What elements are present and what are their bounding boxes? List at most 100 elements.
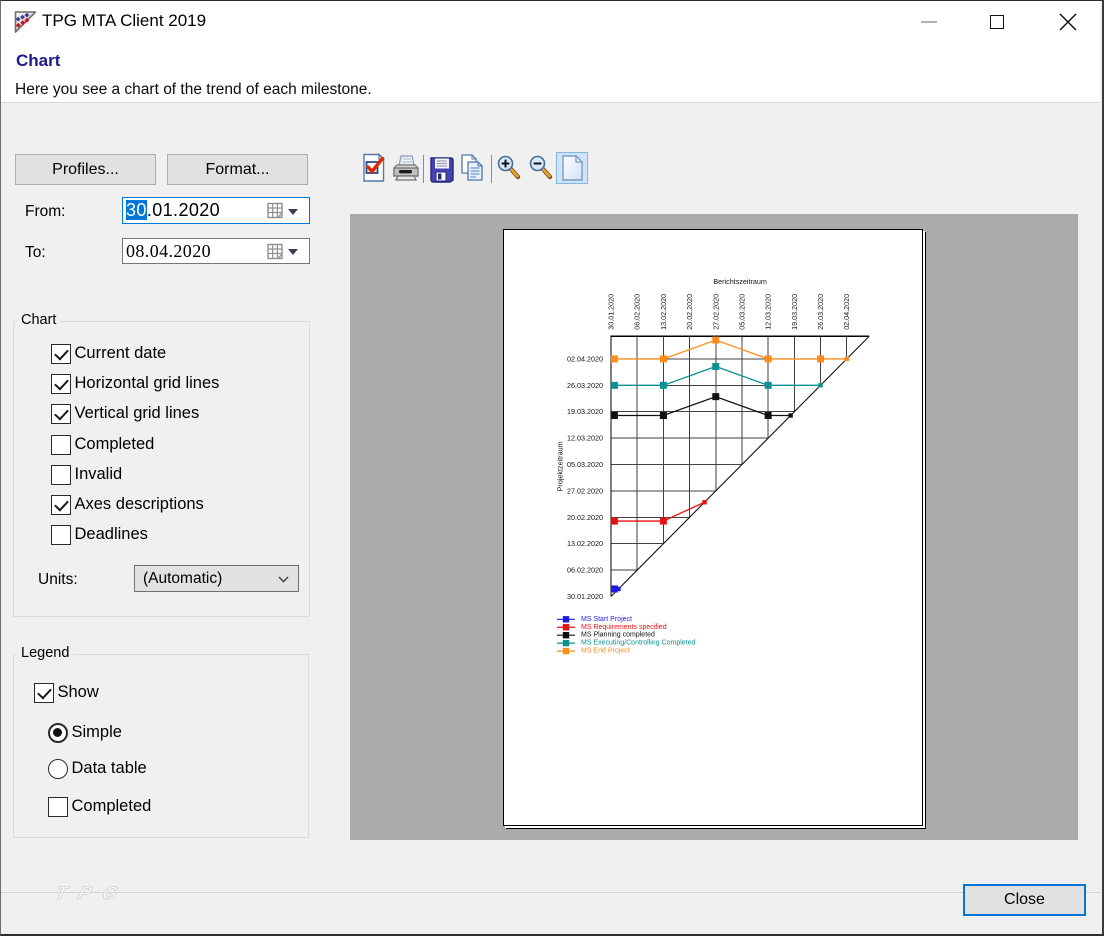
footer-divider [0, 892, 1101, 893]
completed-checkbox[interactable] [51, 435, 71, 455]
series-marker [660, 355, 667, 362]
whole-page-button[interactable] [556, 152, 588, 184]
chart-group-label: Chart [17, 312, 60, 328]
radio-row-simple[interactable]: Simple [48, 722, 122, 743]
save-icon[interactable] [428, 154, 456, 184]
format-button[interactable]: Format... [167, 154, 308, 185]
horizontal-grid-lines-label: Horizontal grid lines [75, 374, 220, 393]
maximize-icon [990, 15, 1004, 29]
checkbox-row-axes-descriptions[interactable]: Axes descriptions [51, 494, 204, 515]
chevron-down-icon [278, 576, 289, 583]
checkbox-row-current-date[interactable]: Current date [51, 343, 166, 364]
axes-descriptions-checkbox[interactable] [51, 495, 71, 515]
checkbox-row-legend-completed[interactable]: Completed [48, 796, 151, 817]
report-check-icon[interactable] [361, 153, 389, 183]
horizontal-grid-lines-checkbox[interactable] [51, 374, 71, 394]
invalid-checkbox[interactable] [51, 465, 71, 485]
window-title: TPG MTA Client 2019 [42, 11, 206, 31]
show-legend-checkbox[interactable] [34, 683, 54, 703]
x-tick-label: 20.02.2020 [685, 294, 694, 330]
legend-marker [563, 624, 569, 630]
close-button[interactable]: Close [963, 884, 1086, 916]
print-icon[interactable] [392, 154, 420, 184]
current-date-checkbox[interactable] [51, 344, 71, 364]
legend-marker [563, 640, 569, 646]
x-tick-label: 05.03.2020 [737, 294, 746, 330]
simple-label: Simple [72, 723, 122, 742]
series-marker [712, 363, 719, 370]
to-label: To: [25, 244, 46, 261]
series-marker [765, 355, 772, 362]
series-completed-marker [616, 587, 620, 591]
series-marker [611, 518, 618, 525]
profiles-button[interactable]: Profiles... [15, 154, 156, 185]
app-window: TPG MTA Client 2019 Chart Here you see a… [0, 0, 1104, 936]
checkbox-row-completed[interactable]: Completed [51, 434, 154, 455]
y-axis-title: Projektzeitraum [556, 441, 565, 491]
to-dropdown-caret-icon[interactable] [288, 249, 298, 255]
series-line [611, 397, 791, 416]
series-marker [765, 412, 772, 419]
legend-label: MS Executing/Controlling Completed [581, 640, 695, 647]
from-date-rest-text: .01.2020 [147, 200, 220, 220]
series-marker [660, 412, 667, 419]
invalid-label: Invalid [75, 465, 123, 484]
from-date-selected-text: 30 [126, 200, 147, 220]
zoom-out-icon[interactable] [528, 154, 556, 184]
legend-completed-label: Completed [72, 797, 152, 816]
calendar-icon[interactable] [267, 202, 284, 219]
y-tick-label: 26.03.2020 [567, 381, 603, 390]
show-legend-label: Show [58, 683, 99, 702]
checkbox-row-invalid[interactable]: Invalid [51, 464, 122, 485]
deadlines-label: Deadlines [75, 525, 148, 544]
checkbox-row-show-legend[interactable]: Show [34, 682, 99, 703]
mta-chart: 30.01.2020 06.02.2020 13.02.2020 20.02.2020… [504, 230, 924, 827]
checkbox-row-deadlines[interactable]: Deadlines [51, 524, 148, 545]
close-window-button[interactable] [1045, 0, 1091, 44]
legend-label: MS Start Project [581, 616, 632, 623]
data-table-radio[interactable] [48, 759, 68, 779]
series-marker [817, 355, 824, 362]
minimize-icon [921, 21, 937, 23]
toolbar-separator [491, 155, 492, 183]
checkbox-row-horizontal-grid-lines[interactable]: Horizontal grid lines [51, 373, 219, 394]
minimize-button[interactable] [906, 0, 951, 44]
legend-label: MS Requirements specified [581, 624, 667, 631]
legend-marker [563, 648, 569, 654]
radio-row-data-table[interactable]: Data table [48, 758, 147, 779]
copy-icon[interactable] [459, 153, 487, 183]
series-marker [660, 382, 667, 389]
calendar-icon[interactable] [267, 243, 284, 260]
from-dropdown-caret-icon[interactable] [288, 209, 298, 215]
y-tick-label: 20.02.2020 [567, 513, 603, 522]
series-line [611, 502, 705, 521]
whole-page-icon [562, 155, 583, 181]
x-tick-label: 19.03.2020 [790, 294, 799, 330]
checkbox-row-vertical-grid-lines[interactable]: Vertical grid lines [51, 403, 199, 424]
to-date-value: 08.04.2020 [123, 241, 211, 262]
vertical-grid-lines-checkbox[interactable] [51, 404, 71, 424]
to-date-field[interactable]: 08.04.2020 [122, 238, 310, 264]
x-tick-label: 12.03.2020 [764, 294, 773, 330]
legend-marker [563, 616, 569, 622]
legend-completed-checkbox[interactable] [48, 797, 68, 817]
current-date-label: Current date [75, 344, 167, 363]
axes-descriptions-label: Axes descriptions [75, 495, 204, 514]
legend-group-label: Legend [17, 645, 73, 661]
y-tick-label: 06.02.2020 [567, 566, 603, 575]
app-icon [13, 9, 38, 34]
units-select[interactable]: (Automatic) [134, 565, 299, 592]
series-completed-marker [788, 413, 792, 417]
from-date-field[interactable]: 30.01.2020 [122, 197, 310, 224]
deadlines-checkbox[interactable] [51, 525, 71, 545]
zoom-in-icon[interactable] [496, 154, 524, 184]
x-tick-label: 06.02.2020 [633, 294, 642, 330]
maximize-button[interactable] [975, 0, 1020, 44]
y-tick-label: 30.01.2020 [567, 592, 603, 601]
series-marker [660, 518, 667, 525]
y-tick-label: 13.02.2020 [567, 539, 603, 548]
simple-radio[interactable] [48, 723, 68, 743]
report-page: 30.01.2020 06.02.2020 13.02.2020 20.02.2020… [503, 229, 923, 826]
x-tick-label: 02.04.2020 [842, 294, 851, 330]
toolbar-separator [423, 155, 424, 183]
